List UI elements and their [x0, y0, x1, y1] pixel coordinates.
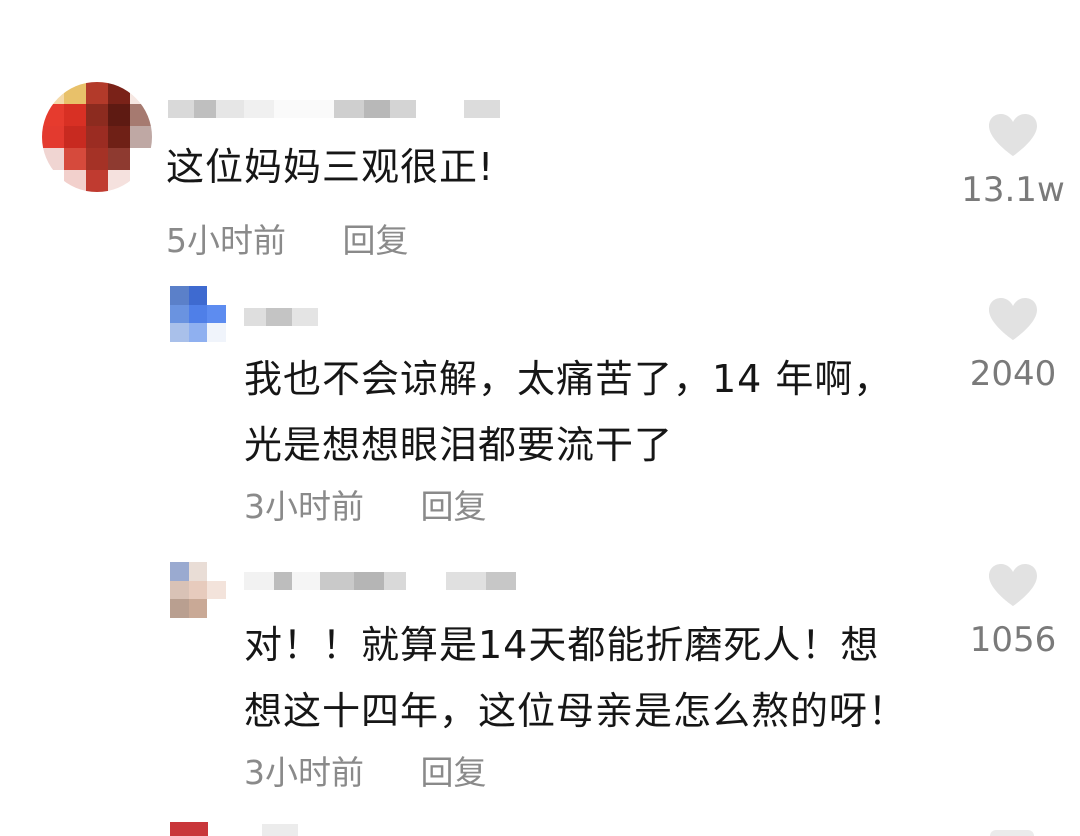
comment-text: 我也不会谅解，太痛苦了，14 年啊， 光是想想眼泪都要流干了	[244, 357, 893, 467]
comment-meta: 3小时前 回复	[244, 480, 487, 528]
comment-text: 这位妈妈三观很正!	[166, 145, 495, 189]
like-button[interactable]: 13.1w	[958, 112, 1068, 210]
avatar[interactable]	[42, 82, 152, 192]
heart-icon	[990, 830, 1034, 836]
next-comment-partial	[0, 820, 1080, 836]
like-count: 13.1w	[961, 170, 1065, 210]
like-button[interactable]: 2040	[958, 296, 1068, 394]
comment-meta: 3小时前 回复	[244, 746, 487, 794]
avatar[interactable]	[170, 286, 226, 342]
comment-meta: 5小时前 回复	[166, 214, 409, 262]
reply-button[interactable]: 回复	[343, 221, 409, 260]
username-blurred	[262, 824, 298, 836]
heart-icon	[989, 564, 1037, 606]
username-blurred[interactable]	[244, 568, 516, 594]
reply-button[interactable]: 回复	[421, 753, 487, 792]
like-count: 2040	[969, 354, 1057, 394]
reply-comment-item: 对！！就算是14天都能折磨死人！想 想这十四年，这位母亲是怎么熬的呀！ 3小时前…	[0, 540, 1080, 810]
avatar[interactable]	[170, 822, 208, 836]
avatar[interactable]	[170, 562, 226, 618]
like-count: 1056	[969, 620, 1057, 660]
comment-time: 5小时前	[166, 221, 286, 260]
heart-icon	[989, 114, 1037, 156]
comment-time: 3小时前	[244, 753, 364, 792]
comment-text: 对！！就算是14天都能折磨死人！想 想这十四年，这位母亲是怎么熬的呀！	[244, 623, 908, 733]
username-blurred[interactable]	[168, 96, 500, 122]
like-button[interactable]: 1056	[958, 562, 1068, 660]
username-blurred[interactable]	[244, 304, 318, 330]
comment-item: 这位妈妈三观很正! 5小时前 回复 13.1w	[0, 0, 1080, 270]
heart-icon	[989, 298, 1037, 340]
comment-time: 3小时前	[244, 487, 364, 526]
reply-comment-item: 我也不会谅解，太痛苦了，14 年啊， 光是想想眼泪都要流干了 3小时前 回复 2…	[0, 270, 1080, 540]
reply-button[interactable]: 回复	[421, 487, 487, 526]
